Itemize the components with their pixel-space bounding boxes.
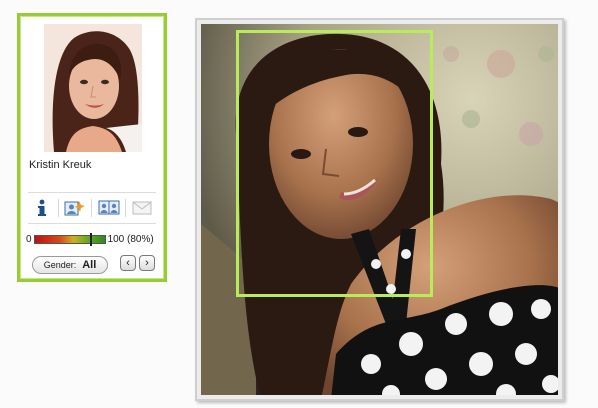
score-max-label: 100 (80%) [107, 233, 154, 245]
gender-filter-button[interactable]: Gender: All [32, 256, 108, 274]
match-icon[interactable] [64, 197, 86, 219]
icon-separator [57, 199, 59, 217]
score-bar [33, 232, 106, 246]
gender-label: Gender: [43, 260, 77, 270]
icon-separator [91, 199, 93, 217]
uploaded-photo-frame [195, 18, 564, 401]
next-arrow-icon[interactable]: › [139, 255, 155, 271]
mail-icon[interactable] [131, 197, 153, 219]
match-card: Kristin Kreuk 0 100 (80%) Gender: All ‹ … [17, 13, 167, 282]
compare-icon[interactable] [98, 197, 120, 219]
divider [28, 192, 156, 193]
divider [28, 223, 156, 224]
gender-value: All [82, 259, 97, 271]
match-photo[interactable] [44, 24, 142, 152]
similarity-score: 0 100 (80%) [26, 232, 160, 246]
match-name: Kristin Kreuk [29, 159, 92, 171]
score-min-label: 0 [26, 233, 32, 245]
uploaded-photo [201, 24, 558, 395]
previous-arrow-icon[interactable]: ‹ [120, 255, 136, 271]
score-marker [89, 232, 92, 246]
detected-face-box[interactable] [236, 30, 433, 297]
icon-separator [125, 199, 127, 217]
action-icons-row [28, 196, 156, 220]
info-icon[interactable] [31, 197, 53, 219]
